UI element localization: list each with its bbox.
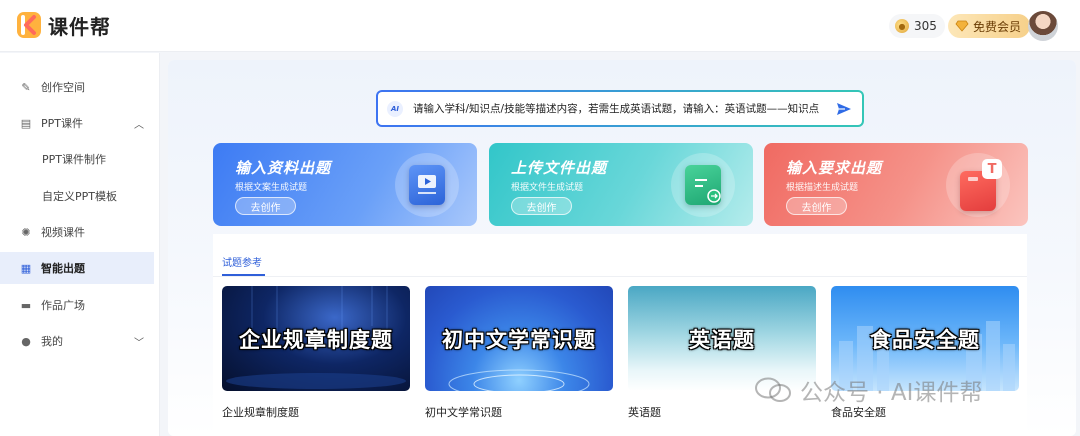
sidebar-item-create-space[interactable]: ✎ 创作空间 xyxy=(0,71,154,103)
wechat-icon xyxy=(755,377,791,402)
sidebar-item-video[interactable]: ✺ 视频课件 xyxy=(0,216,154,248)
go-create-button[interactable]: 去创作 xyxy=(786,197,847,215)
sidebar-item-custom-template[interactable]: 自定义PPT模板 xyxy=(0,180,154,212)
coin-balance[interactable]: ● 305 xyxy=(889,14,945,38)
thumbnail-title: 企业规章制度题 xyxy=(239,327,393,352)
vip-label: 免费会员 xyxy=(973,19,1022,34)
template-thumbnail[interactable]: 初中文学常识题 xyxy=(425,286,613,391)
app-logo[interactable]: 课件帮 xyxy=(16,10,111,40)
card-subtitle: 根据文案生成试题 xyxy=(235,183,308,193)
thumbnail-caption[interactable]: 英语题 xyxy=(628,404,661,420)
sidebar-item-ppt[interactable]: ▤ PPT课件 ︿ xyxy=(0,107,154,139)
sidebar-item-ppt-make[interactable]: PPT课件制作 xyxy=(0,143,154,175)
bulb-icon: ✺ xyxy=(21,225,31,239)
card-title: 上传文件出题 xyxy=(511,159,608,177)
tab-question-reference[interactable]: 试题参考 xyxy=(222,254,262,269)
thumbnail-title: 英语题 xyxy=(689,327,755,352)
thumbnail-title: 初中文学常识题 xyxy=(442,327,596,352)
card-input-requirement[interactable]: 输入要求出题 根据描述生成试题 去创作 T xyxy=(764,143,1028,226)
sidebar-item-smart-quiz[interactable]: ▦ 智能出题 xyxy=(0,252,154,284)
coin-count: 305 xyxy=(914,19,937,33)
sidebar-item-label: PPT课件 xyxy=(41,117,83,130)
sidebar-item-label: 智能出题 xyxy=(41,262,85,275)
prompt-input[interactable]: AI 请输入学科/知识点/技能等描述内容，若需生成英语试题，请输入：英语试题——… xyxy=(376,90,864,127)
card-subtitle: 根据文件生成试题 xyxy=(511,183,584,193)
sidebar-item-label: 自定义PPT模板 xyxy=(42,190,117,203)
sidebar-item-label: 创作空间 xyxy=(41,81,85,94)
card-subtitle: 根据描述生成试题 xyxy=(786,183,859,193)
sidebar-item-label: 视频课件 xyxy=(41,226,85,239)
user-icon: ● xyxy=(21,334,31,348)
grid-icon: ▦ xyxy=(20,261,32,275)
go-create-button[interactable]: 去创作 xyxy=(235,197,296,215)
coin-icon: ● xyxy=(895,19,909,33)
sidebar-item-label: 我的 xyxy=(41,335,63,348)
chevron-up-icon: ︿ xyxy=(134,119,144,131)
top-bar: 课件帮 ● 305 免费会员 xyxy=(0,0,1080,52)
ai-icon: AI xyxy=(387,100,403,117)
go-create-button[interactable]: 去创作 xyxy=(511,197,572,215)
folder-icon: ▬ xyxy=(20,298,32,312)
avatar[interactable] xyxy=(1028,11,1058,41)
sidebar-item-gallery[interactable]: ▬ 作品广场 xyxy=(0,289,154,321)
logo-icon xyxy=(17,12,41,38)
watermark-text: 公众号 · AI课件帮 xyxy=(800,380,983,406)
card-title: 输入要求出题 xyxy=(786,159,883,177)
thumbnail-caption[interactable]: 初中文学常识题 xyxy=(425,404,502,420)
document-icon xyxy=(395,153,459,217)
card-upload-file[interactable]: 上传文件出题 根据文件生成试题 去创作 xyxy=(489,143,753,226)
chevron-down-icon: ﹀ xyxy=(134,337,144,349)
vip-button[interactable]: 免费会员 xyxy=(948,14,1031,38)
card-title: 输入资料出题 xyxy=(235,159,332,177)
card-input-material[interactable]: 输入资料出题 根据文案生成试题 去创作 xyxy=(213,143,477,226)
app-name: 课件帮 xyxy=(48,14,111,39)
sidebar-item-mine[interactable]: ● 我的 ﹀ xyxy=(0,325,154,357)
sidebar-item-label: 作品广场 xyxy=(41,299,85,312)
text-template-icon: T xyxy=(946,153,1010,217)
send-icon[interactable] xyxy=(835,100,853,118)
presentation-icon: ▤ xyxy=(20,116,32,130)
watermark: 公众号 · AI课件帮 xyxy=(754,373,982,407)
upload-file-icon xyxy=(671,153,735,217)
diamond-icon xyxy=(955,20,969,32)
template-thumbnail[interactable]: 企业规章制度题 xyxy=(222,286,410,391)
thumbnail-caption[interactable]: 企业规章制度题 xyxy=(222,404,299,420)
thumbnail-title: 食品安全题 xyxy=(870,327,980,352)
divider xyxy=(213,276,1027,277)
prompt-text: 请输入学科/知识点/技能等描述内容，若需生成英语试题，请输入：英语试题——知识点 xyxy=(413,103,820,115)
pen-icon: ✎ xyxy=(21,80,31,94)
sidebar-item-label: PPT课件制作 xyxy=(42,153,106,166)
sidebar: ✎ 创作空间 ▤ PPT课件 ︿ PPT课件制作 自定义PPT模板 ✺ 视频课件… xyxy=(0,53,160,436)
